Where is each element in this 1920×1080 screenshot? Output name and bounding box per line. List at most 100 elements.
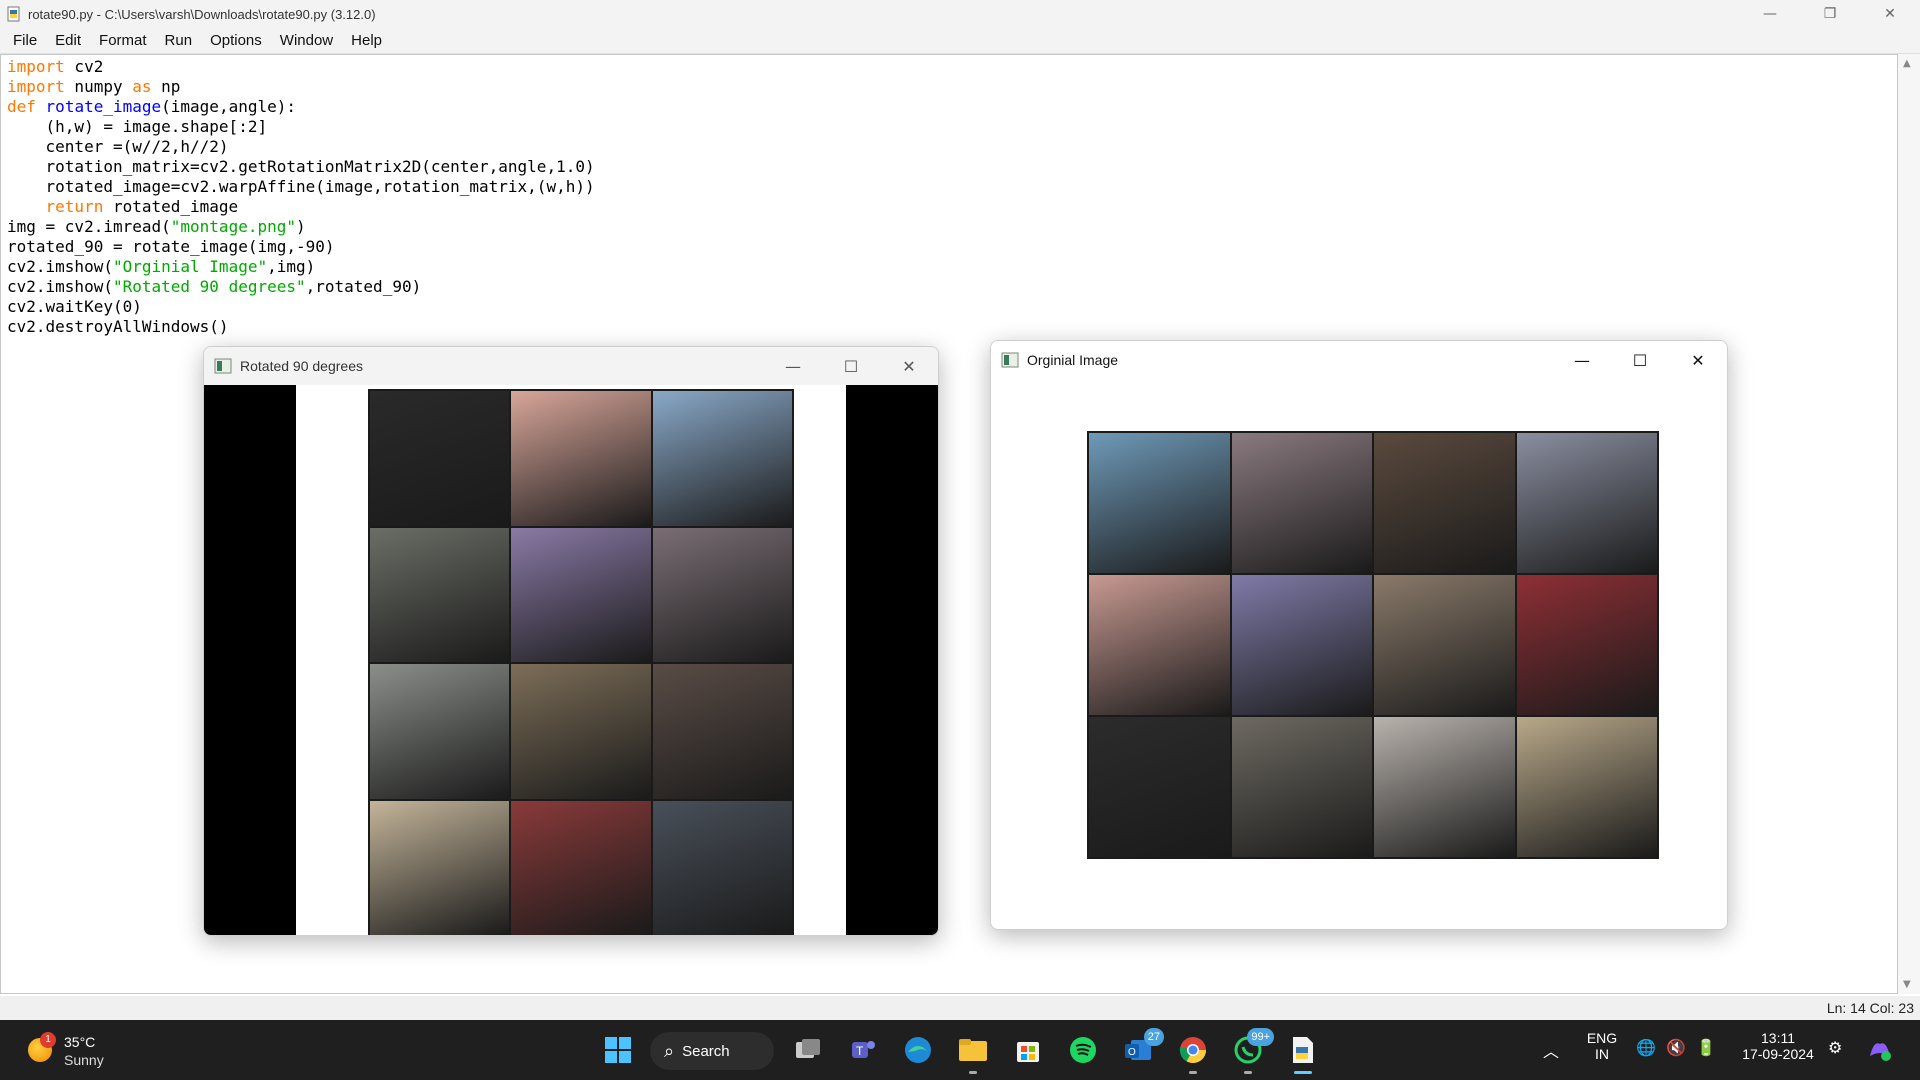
python-file-icon (7, 6, 20, 22)
original-window-titlebar[interactable]: Orginial Image — ☐ ✕ (991, 341, 1727, 379)
rotated-montage-image (368, 389, 794, 935)
code-token: rotated_image=cv2.warpAffine(image,rotat… (7, 177, 595, 196)
network-icon[interactable]: 🌐 (1636, 1038, 1656, 1057)
taskbar: 1 35°C Sunny ⌕ Search T O 27 99+ ︿ ENG I… (0, 1020, 1920, 1080)
clock[interactable]: 13:11 17-09-2024 (1730, 1030, 1826, 1062)
code-text[interactable]: import cv2 import numpy as np def rotate_i… (7, 57, 595, 337)
code-line[interactable]: (h,w) = image.shape[:2] (7, 117, 595, 137)
menu-edit[interactable]: Edit (46, 32, 90, 49)
opencv-window-icon (214, 358, 232, 374)
menu-help[interactable]: Help (342, 32, 391, 49)
restore-button[interactable]: ❐ (1800, 0, 1860, 28)
show-hidden-icons-chevron-up-icon[interactable]: ︿ (1543, 1038, 1559, 1062)
montage-photo-tile (370, 664, 510, 799)
whatsapp-unread-badge: 99+ (1247, 1028, 1274, 1046)
volume-muted-icon[interactable]: 🔇 (1666, 1038, 1686, 1057)
code-line[interactable]: img = cv2.imread("montage.png") (7, 217, 595, 237)
code-token: return (45, 197, 104, 216)
close-button[interactable]: ✕ (1669, 341, 1727, 379)
black-border-left (204, 385, 296, 935)
code-token: rotated_image (103, 197, 239, 216)
scroll-up-icon[interactable]: ▲ (1903, 58, 1911, 69)
code-line[interactable]: cv2.destroyAllWindows() (7, 317, 595, 337)
montage-photo-tile (511, 664, 651, 799)
montage-photo-tile (511, 800, 651, 935)
code-token: cv2.imshow( (7, 257, 113, 276)
search-icon: ⌕ (664, 1040, 675, 1062)
menu-run[interactable]: Run (156, 32, 202, 49)
close-button[interactable]: ✕ (1860, 0, 1920, 28)
code-line[interactable]: cv2.waitKey(0) (7, 297, 595, 317)
code-line[interactable]: cv2.imshow("Orginial Image",img) (7, 257, 595, 277)
teams-icon[interactable]: T (845, 1032, 881, 1068)
close-button[interactable]: ✕ (880, 347, 938, 385)
code-line[interactable]: rotation_matrix=cv2.getRotationMatrix2D(… (7, 157, 595, 177)
minimize-button[interactable]: — (1553, 341, 1611, 379)
code-line[interactable]: import cv2 (7, 57, 595, 77)
weather-widget[interactable]: 1 35°C Sunny (24, 1030, 144, 1070)
code-line[interactable]: cv2.imshow("Rotated 90 degrees",rotated_… (7, 277, 595, 297)
battery-icon[interactable]: 🔋 (1696, 1038, 1716, 1057)
edge-icon[interactable] (900, 1032, 936, 1068)
code-line[interactable]: rotated_90 = rotate_image(img,-90) (7, 237, 595, 257)
code-token: rotated_90 = rotate_image(img,-90) (7, 237, 335, 256)
code-line[interactable]: def rotate_image(image,angle): (7, 97, 595, 117)
black-border-right (846, 385, 938, 935)
montage-photo-tile (370, 800, 510, 935)
task-view-icon[interactable] (790, 1032, 826, 1068)
montage-photo-tile (370, 391, 510, 526)
windows-icon (605, 1037, 631, 1063)
scroll-down-icon[interactable]: ▼ (1903, 979, 1911, 990)
search-label: Search (682, 1042, 730, 1060)
code-token: np (151, 77, 181, 96)
code-line[interactable]: return rotated_image (7, 197, 595, 217)
menu-window[interactable]: Window (271, 32, 342, 49)
minimize-button[interactable]: — (1740, 0, 1800, 28)
montage-photo-tile (511, 527, 651, 662)
taskbar-search[interactable]: ⌕ Search (650, 1032, 774, 1070)
microsoft-store-icon[interactable] (1010, 1032, 1046, 1068)
montage-photo-tile (1516, 575, 1657, 715)
language-indicator[interactable]: ENG IN (1580, 1030, 1624, 1062)
outlook-icon[interactable]: O 27 (1120, 1028, 1164, 1068)
montage-photo-tile (1089, 575, 1230, 715)
settings-gear-icon[interactable]: ⚙ (1828, 1038, 1842, 1057)
maximize-button[interactable]: ☐ (822, 347, 880, 385)
menu-format[interactable]: Format (90, 32, 156, 49)
rotated-window-titlebar[interactable]: Rotated 90 degrees — ☐ ✕ (204, 347, 938, 385)
code-line[interactable]: rotated_image=cv2.warpAffine(image,rotat… (7, 177, 595, 197)
start-button[interactable] (600, 1032, 636, 1068)
code-token: cv2.waitKey(0) (7, 297, 142, 316)
montage-photo-tile (652, 391, 792, 526)
code-token: center =(w//2,h//2) (7, 137, 229, 156)
spotify-icon[interactable] (1065, 1032, 1101, 1068)
code-line[interactable]: import numpy as np (7, 77, 595, 97)
montage-photo-tile (511, 391, 651, 526)
menu-file[interactable]: File (4, 32, 46, 49)
montage-photo-tile (652, 527, 792, 662)
rotated-image-window[interactable]: Rotated 90 degrees — ☐ ✕ (203, 346, 939, 936)
language-code: ENG (1586, 1030, 1618, 1046)
whatsapp-icon[interactable]: 99+ (1230, 1028, 1274, 1074)
copilot-icon[interactable] (1862, 1032, 1898, 1068)
montage-photo-tile (1374, 433, 1515, 573)
svg-text:O: O (1128, 1047, 1136, 1058)
original-window-title: Orginial Image (1027, 352, 1119, 368)
code-token: ,rotated_90) (305, 277, 422, 296)
vertical-scrollbar[interactable]: ▲ ▼ (1898, 54, 1920, 994)
minimize-button[interactable]: — (764, 347, 822, 385)
idle-python-icon[interactable] (1285, 1032, 1321, 1074)
cursor-position: Ln: 14 Col: 23 (1826, 1000, 1914, 1016)
montage-photo-tile (1374, 717, 1515, 857)
active-app-indicator (1294, 1071, 1312, 1074)
file-explorer-icon[interactable] (955, 1032, 991, 1074)
code-token: img = cv2.imread( (7, 217, 171, 236)
menu-options[interactable]: Options (201, 32, 271, 49)
maximize-button[interactable]: ☐ (1611, 341, 1669, 379)
code-line[interactable]: center =(w//2,h//2) (7, 137, 595, 157)
montage-photo-tile (652, 800, 792, 935)
region-code: IN (1595, 1046, 1609, 1062)
original-image-window[interactable]: Orginial Image — ☐ ✕ (990, 340, 1728, 930)
code-token: cv2 (64, 57, 104, 76)
chrome-icon[interactable] (1175, 1032, 1211, 1074)
